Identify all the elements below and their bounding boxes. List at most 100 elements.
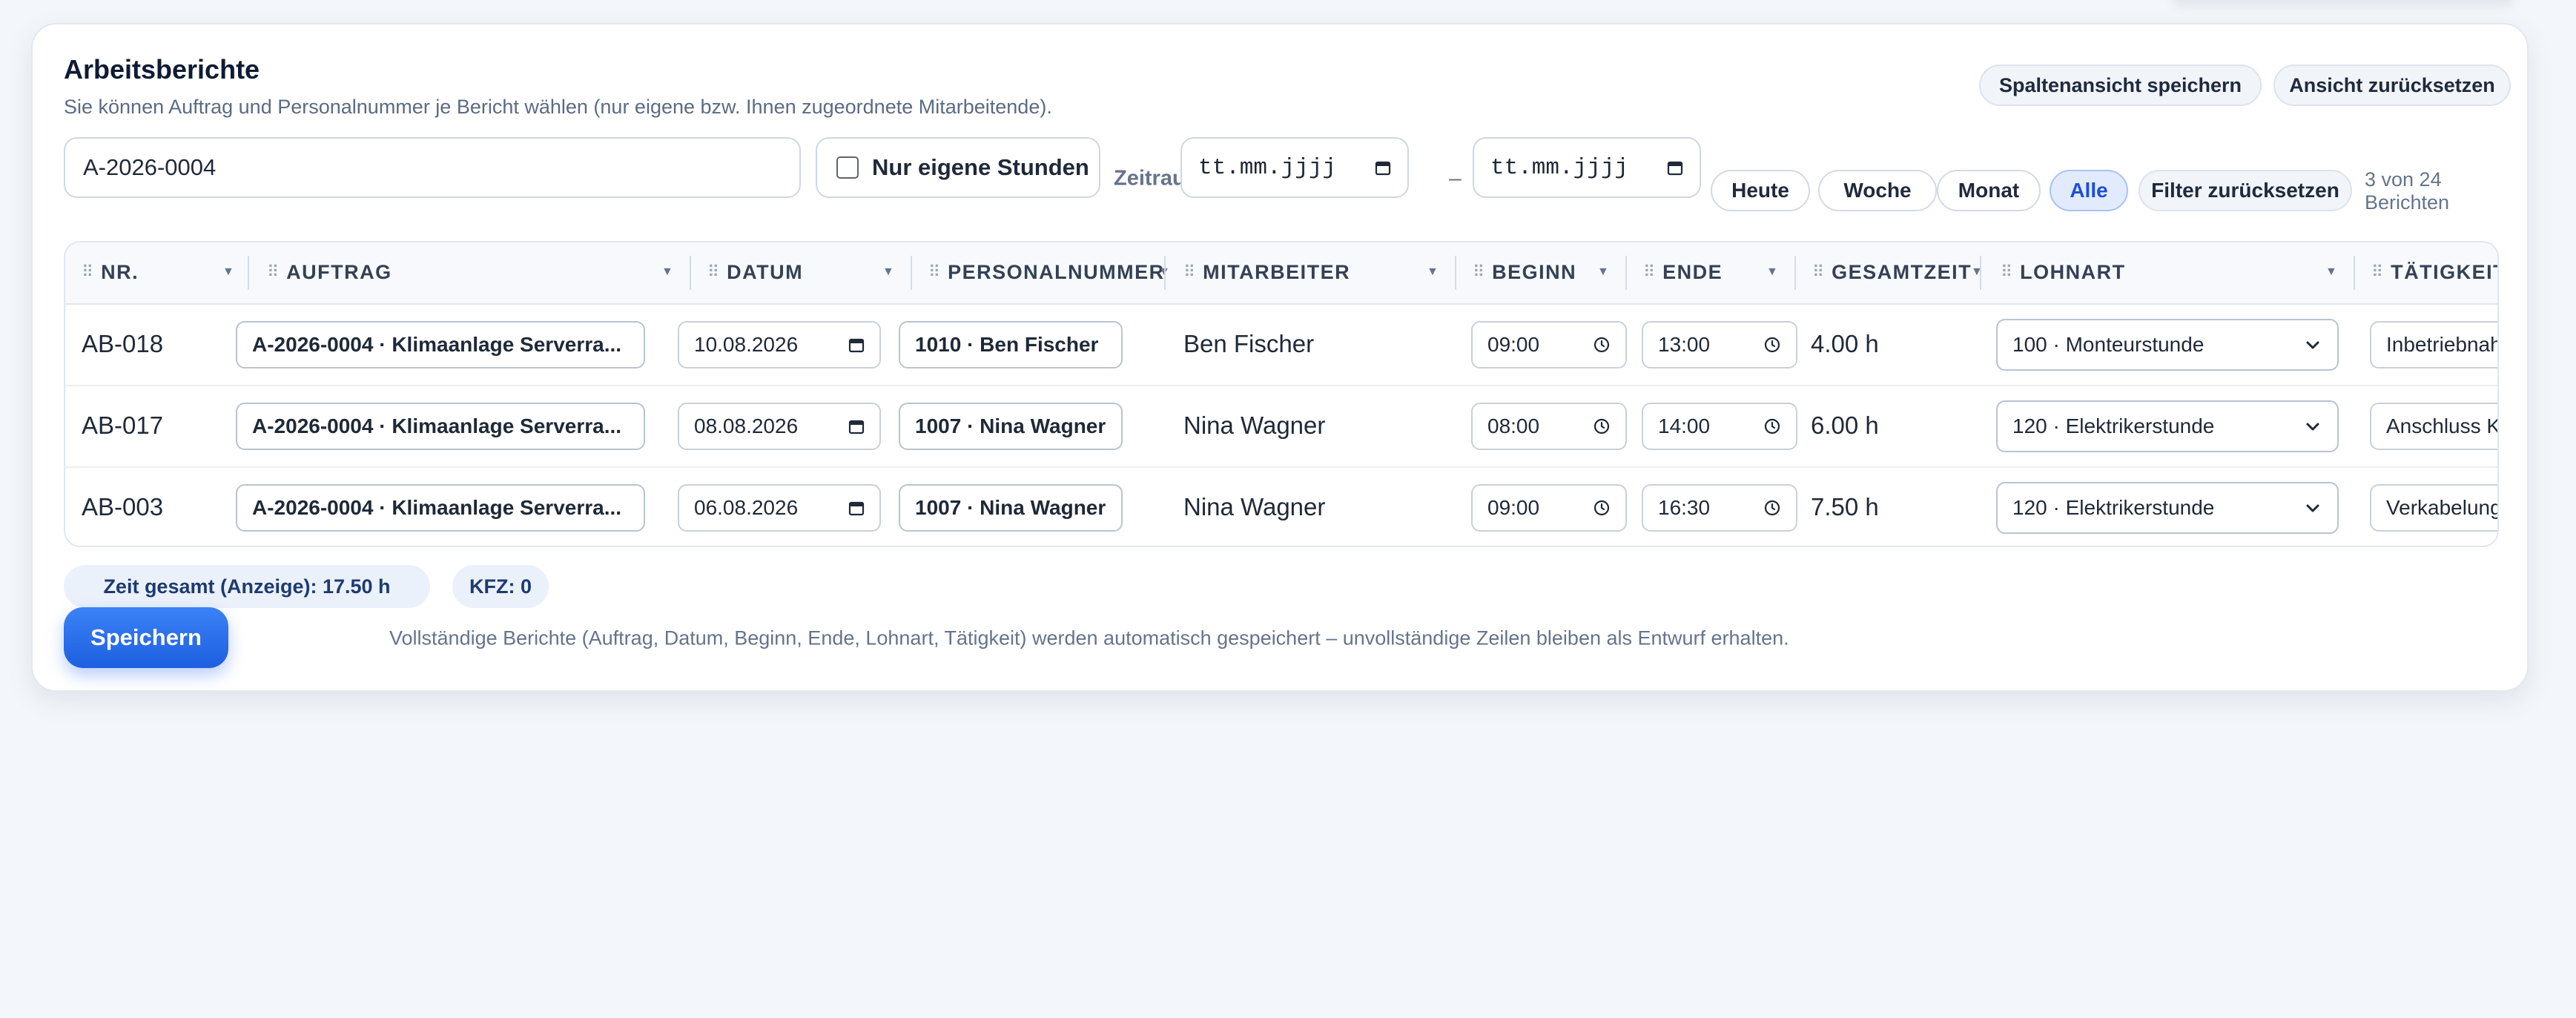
search-input[interactable] [64, 137, 801, 198]
column-header-taetigkeit[interactable]: ⠿ TÄTIGKEIT [2371, 242, 2497, 302]
drag-handle-icon[interactable]: ⠿ [1812, 262, 1824, 282]
calendar-icon[interactable] [848, 500, 865, 516]
autosave-hint: Vollständige Berichte (Auftrag, Datum, B… [389, 627, 1789, 650]
end-time-input[interactable]: 16:30 [1642, 484, 1797, 532]
column-header-ende[interactable]: ⠿ ENDE [1643, 242, 1723, 302]
drag-handle-icon[interactable]: ⠿ [1643, 262, 1655, 282]
employee-name: Ben Fischer [1183, 330, 1315, 357]
clock-icon[interactable] [1593, 499, 1611, 517]
drag-handle-icon[interactable]: ⠿ [1473, 262, 1484, 282]
sort-icon[interactable]: ▼ [661, 265, 673, 279]
column-resizer[interactable] [2354, 256, 2355, 290]
drag-handle-icon[interactable]: ⠿ [2001, 262, 2012, 282]
employee-name: Nina Wagner [1183, 493, 1326, 520]
own-hours-toggle[interactable]: Nur eigene Stunden [816, 137, 1100, 198]
chevron-down-icon[interactable] [2303, 335, 2322, 354]
total-time: 4.00 h [1811, 330, 1879, 357]
start-time-input[interactable]: 09:00 [1471, 321, 1627, 368]
calendar-icon[interactable] [1667, 159, 1683, 176]
column-resizer[interactable] [1455, 256, 1456, 290]
sort-icon[interactable]: ▼ [1427, 265, 1439, 279]
chevron-down-icon[interactable] [2303, 417, 2322, 436]
quick-filter-week[interactable]: Woche [1818, 170, 1937, 211]
activity-input[interactable]: Inbetriebnahme [2370, 321, 2497, 368]
column-header-nr[interactable]: ⠿ NR. [82, 242, 139, 302]
clock-icon[interactable] [1763, 417, 1781, 435]
date-input[interactable]: 06.08.2026 [678, 484, 881, 532]
clock-icon[interactable] [1763, 336, 1781, 354]
column-resizer[interactable] [248, 256, 249, 290]
activity-input[interactable]: Anschluss Kältev [2370, 403, 2497, 450]
personnel-number-select[interactable]: 1007 · Nina Wagner [899, 403, 1123, 450]
own-hours-checkbox[interactable] [836, 156, 859, 179]
clock-icon[interactable] [1763, 499, 1781, 517]
sort-icon[interactable]: ▼ [2325, 265, 2337, 279]
report-number: AB-003 [82, 493, 164, 520]
clock-icon[interactable] [1593, 336, 1611, 354]
end-time-input[interactable]: 13:00 [1642, 321, 1797, 368]
personnel-number-select[interactable]: 1010 · Ben Fischer [899, 321, 1123, 368]
clock-icon[interactable] [1593, 417, 1611, 435]
save-column-view-button[interactable]: Spaltenansicht speichern [1979, 65, 2262, 106]
column-header-mitarbeiter[interactable]: ⠿ MITARBEITER [1183, 242, 1350, 302]
drag-handle-icon[interactable]: ⠿ [1183, 262, 1195, 282]
date-input[interactable]: 08.08.2026 [678, 403, 881, 450]
column-resizer[interactable] [1164, 256, 1166, 290]
column-resizer[interactable] [1794, 256, 1796, 290]
drag-handle-icon[interactable]: ⠿ [267, 262, 279, 282]
drag-handle-icon[interactable]: ⠿ [928, 262, 940, 282]
total-time: 6.00 h [1811, 412, 1879, 439]
chevron-down-icon[interactable] [2303, 498, 2322, 518]
wage-type-select[interactable]: 120 · Elektrikerstunde [1996, 400, 2339, 452]
column-resizer[interactable] [1625, 256, 1627, 290]
table-header: ⠿ NR. ▼ ⠿ AUFTRAG ▼ ⠿ DATUM ▼ ⠿ PERSONAL… [65, 242, 2497, 305]
result-count: 3 von 24 Berichten [2365, 168, 2450, 214]
column-header-auftrag[interactable]: ⠿ AUFTRAG [267, 242, 392, 302]
date-to-input[interactable]: tt.mm.jjjj [1473, 137, 1701, 198]
start-time-input[interactable]: 09:00 [1471, 484, 1627, 532]
calendar-icon[interactable] [1375, 159, 1391, 176]
column-header-personalnummer[interactable]: ⠿ PERSONALNUMMER [928, 242, 1165, 302]
drag-handle-icon[interactable]: ⠿ [2371, 262, 2383, 282]
calendar-icon[interactable] [848, 337, 865, 353]
table-row: AB-003 A-2026-0004 · Klimaanlage Serverr… [65, 466, 2497, 546]
calendar-icon[interactable] [848, 418, 865, 434]
total-time: 7.50 h [1811, 493, 1879, 520]
save-button[interactable]: Speichern [64, 607, 228, 668]
sort-icon[interactable]: ▼ [1597, 265, 1609, 279]
order-select[interactable]: A-2026-0004 · Klimaanlage Serverra... [236, 321, 645, 368]
sort-icon[interactable]: ▼ [882, 265, 894, 279]
table-row: AB-018 A-2026-0004 · Klimaanlage Serverr… [65, 303, 2497, 386]
order-select[interactable]: A-2026-0004 · Klimaanlage Serverra... [236, 403, 645, 450]
drag-handle-icon[interactable]: ⠿ [707, 262, 719, 282]
column-resizer[interactable] [1980, 256, 1981, 290]
order-select[interactable]: A-2026-0004 · Klimaanlage Serverra... [236, 484, 645, 532]
date-to-placeholder: tt.mm.jjjj [1490, 154, 1629, 181]
wage-type-select[interactable]: 100 · Monteurstunde [1996, 319, 2339, 371]
sort-icon[interactable]: ▼ [1766, 265, 1778, 279]
quick-filter-today[interactable]: Heute [1711, 170, 1810, 211]
column-resizer[interactable] [911, 256, 912, 290]
total-time-badge: Zeit gesamt (Anzeige): 17.50 h [64, 565, 430, 608]
start-time-input[interactable]: 08:00 [1471, 403, 1627, 450]
quick-filter-month[interactable]: Monat [1937, 170, 2041, 211]
column-header-datum[interactable]: ⠿ DATUM [707, 242, 803, 302]
column-header-lohnart[interactable]: ⠿ LOHNART [2001, 242, 2126, 302]
quick-filter-all[interactable]: Alle [2050, 170, 2128, 211]
wage-type-select[interactable]: 120 · Elektrikerstunde [1996, 482, 2339, 534]
page-subtitle: Sie können Auftrag und Personalnummer je… [64, 96, 1052, 118]
end-time-input[interactable]: 14:00 [1642, 403, 1797, 450]
reset-filters-button[interactable]: Filter zurücksetzen [2139, 170, 2352, 211]
activity-input[interactable]: Verkabelung Klir [2370, 484, 2497, 532]
personnel-number-select[interactable]: 1007 · Nina Wagner [899, 484, 1123, 532]
date-input[interactable]: 10.08.2026 [678, 321, 881, 368]
kfz-badge: KFZ: 0 [452, 565, 549, 608]
reset-view-button[interactable]: Ansicht zurücksetzen [2273, 65, 2511, 106]
column-resizer[interactable] [690, 256, 691, 290]
column-header-beginn[interactable]: ⠿ BEGINN [1473, 242, 1576, 302]
drag-handle-icon[interactable]: ⠿ [82, 262, 93, 282]
date-from-input[interactable]: tt.mm.jjjj [1180, 137, 1409, 198]
employee-name: Nina Wagner [1183, 412, 1326, 439]
sort-icon[interactable]: ▼ [222, 265, 234, 279]
column-header-gesamtzeit[interactable]: ⠿ GESAMTZEIT [1812, 242, 1972, 302]
